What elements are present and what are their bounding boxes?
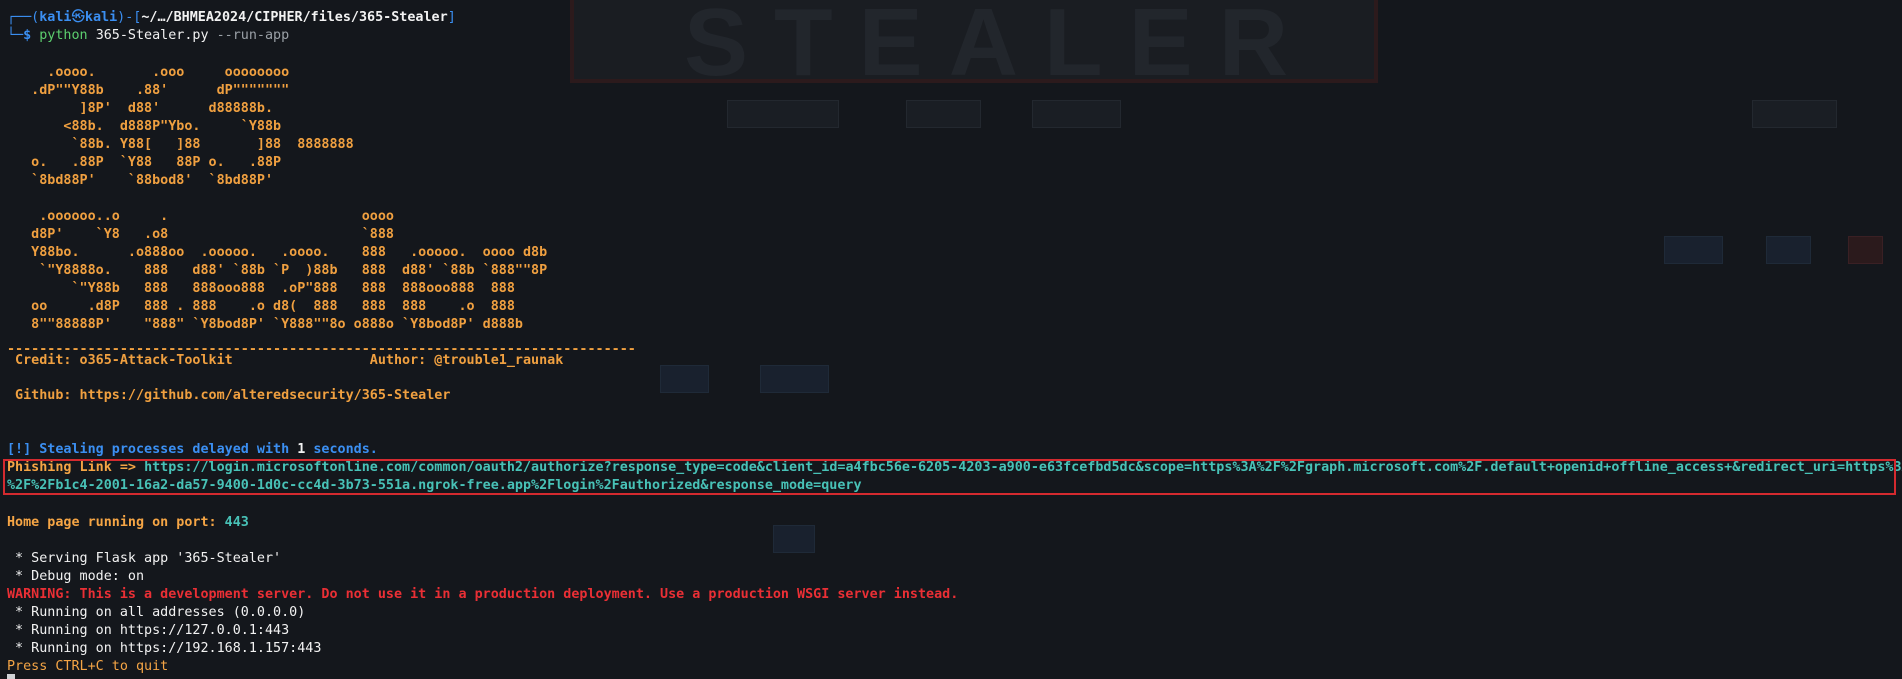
- prompt-bracket-close: ]: [447, 10, 456, 25]
- prompt-line: ┌──(kali㉿kali)-[~/…/BHMEA2024/CIPHER/fil…: [7, 9, 456, 27]
- prompt-dollar: $: [23, 28, 32, 43]
- delay-prefix: [!] Stealing processes delayed with: [7, 442, 298, 457]
- banner-line: Y88bo. .o888oo .ooooo. .oooo. 888 .ooooo…: [7, 245, 548, 260]
- flask-running-lan: * Running on https://192.168.1.157:443: [7, 641, 322, 656]
- banner-line: `8bd88P' `88bod8' `8bd88P': [7, 173, 274, 188]
- prompt-path: ~/…/BHMEA2024/CIPHER/files/365-Stealer: [141, 10, 448, 25]
- delay-suffix: seconds.: [305, 442, 378, 457]
- command-script: 365-Stealer.py: [95, 28, 209, 43]
- flask-serving: * Serving Flask app '365-Stealer': [7, 551, 282, 566]
- flask-debug: * Debug mode: on: [7, 569, 145, 584]
- credit-line: Credit: o365-Attack-Toolkit Author: @tro…: [7, 353, 564, 368]
- banner-line: .oooo. .ooo oooooooo: [7, 65, 290, 80]
- prompt-host: kali: [84, 10, 118, 25]
- phishing-link-highlight: [3, 459, 1896, 495]
- prompt-at: ㉿: [71, 10, 85, 25]
- prompt-bracket: )-[: [117, 10, 142, 25]
- github-line: Github: https://github.com/alteredsecuri…: [7, 388, 451, 403]
- terminal-cursor: [7, 674, 15, 679]
- banner-line: 8""88888P' "888" `Y8bod8P' `Y888""8o o88…: [7, 317, 523, 332]
- banner-line: d8P' `Y8 .o8 `888: [7, 227, 394, 242]
- banner-line: `88b. Y88[ ]88 ]88 8888888: [7, 137, 354, 152]
- banner-line: .oooooo..o . oooo: [7, 209, 394, 224]
- banner-line: `"Y8888o. 888 d88' `88b `P )88b 888 d88'…: [7, 263, 548, 278]
- banner-line: o. .88P `Y88 88P o. .88P: [7, 155, 282, 170]
- port-line: Home page running on port: 443: [7, 514, 249, 532]
- prompt-corner-top: ┌──(: [7, 10, 40, 25]
- delay-notice: [!] Stealing processes delayed with 1 se…: [7, 441, 378, 459]
- flask-quit-hint: Press CTRL+C to quit: [7, 659, 169, 674]
- flask-running-local: * Running on https://127.0.0.1:443: [7, 623, 290, 638]
- flask-warning: WARNING: This is a development server. D…: [7, 587, 959, 602]
- prompt-user: kali: [39, 10, 72, 25]
- banner-line: .dP""Y88b .88' dP""""""": [7, 83, 290, 98]
- banner-line: oo .d8P 888 . 888 .o d8( 888 888 888 .o …: [7, 299, 515, 314]
- flask-running-all: * Running on all addresses (0.0.0.0): [7, 605, 306, 620]
- banner-line: `"Y88b 888 888ooo888 .oP"888 888 888ooo8…: [7, 281, 515, 296]
- port-label: Home page running on port:: [7, 515, 225, 530]
- banner-line: <88b. d888P"Ybo. `Y88b: [7, 119, 282, 134]
- port-value: 443: [224, 515, 249, 530]
- command-args: --run-app: [216, 28, 290, 43]
- command-line: └─$ python 365-Stealer.py --run-app: [7, 27, 289, 45]
- banner-line: ]8P' d88' d88888b.: [7, 101, 274, 116]
- terminal-output[interactable]: ┌──(kali㉿kali)-[~/…/BHMEA2024/CIPHER/fil…: [0, 0, 1902, 679]
- prompt-corner-bottom: └─: [7, 28, 24, 43]
- command-python: python: [39, 28, 88, 43]
